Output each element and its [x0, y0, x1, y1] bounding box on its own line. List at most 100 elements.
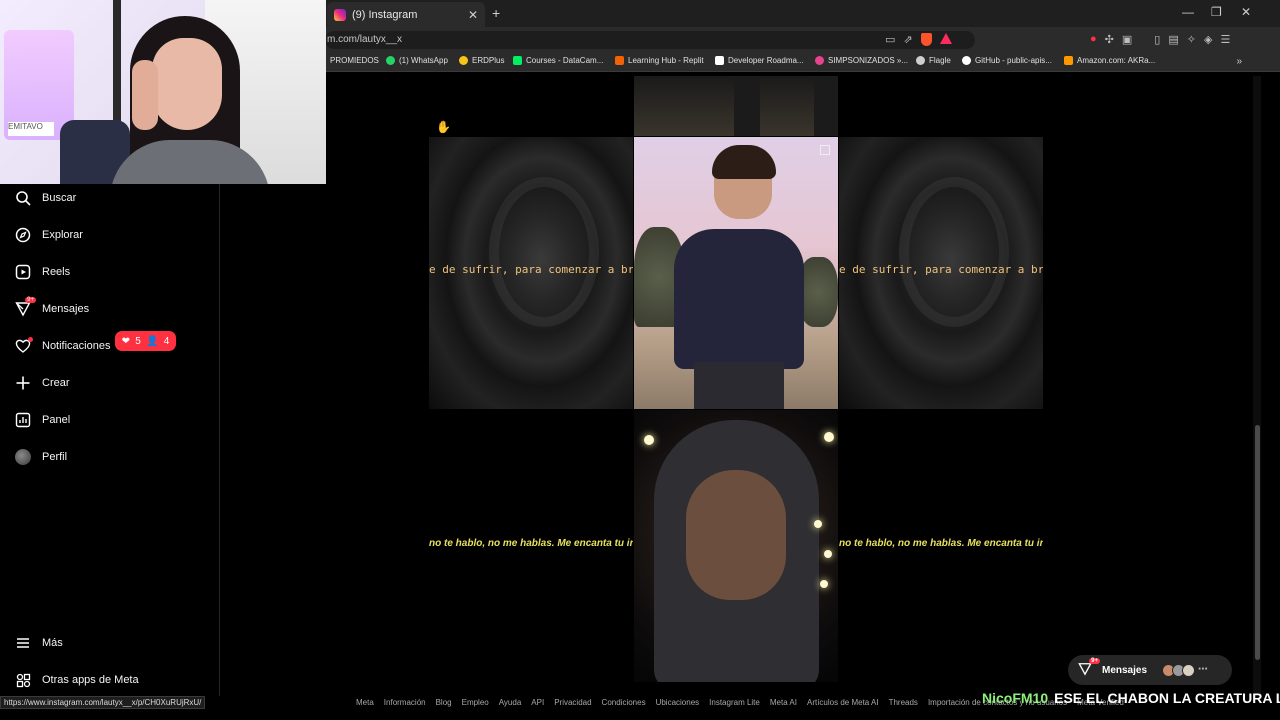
- avatar: [1182, 663, 1196, 677]
- bookmark-8[interactable]: GitHub - public-apis...: [962, 56, 1052, 65]
- compass-icon: [14, 226, 32, 244]
- url-field[interactable]: m.com/lautyx__x: [325, 31, 975, 49]
- instagram-sidebar: Buscar Explorar Reels 9+ Mensajes Notifi…: [0, 184, 220, 696]
- sidebar-item-profile[interactable]: Perfil: [14, 448, 67, 466]
- footer-link[interactable]: Información: [384, 698, 426, 707]
- sidebar-item-label: Mensajes: [42, 303, 90, 315]
- hamburger-icon: [14, 634, 32, 652]
- footer-link[interactable]: Privacidad: [554, 698, 591, 707]
- bookmark-2[interactable]: ERDPlus: [459, 56, 504, 65]
- post-portrait-sunset[interactable]: [634, 137, 838, 409]
- sidebar-item-panel[interactable]: Panel: [14, 411, 70, 429]
- sidebar-item-label: Buscar: [42, 192, 77, 204]
- footer-link[interactable]: Artículos de Meta AI: [807, 698, 879, 707]
- post-image-detail: [686, 470, 786, 600]
- cast-icon[interactable]: ▭: [885, 33, 895, 46]
- sidebar-item-explore[interactable]: Explorar: [14, 226, 83, 244]
- extension-box-icon[interactable]: ▣: [1122, 33, 1132, 46]
- vpn-icon[interactable]: ◈: [1204, 33, 1212, 46]
- new-tab-icon[interactable]: +: [492, 5, 500, 21]
- notifications-pill[interactable]: ❤ 5 👤 4: [115, 331, 176, 351]
- post-quote-text: no te hablo, no me hablas. Me encanta tu…: [429, 538, 633, 549]
- sidebar-item-reels[interactable]: Reels: [14, 263, 70, 281]
- post-image-detail: [644, 435, 654, 445]
- bookmark-6[interactable]: SIMPSONIZADOS »...: [815, 56, 908, 65]
- sidebar-item-meta-apps[interactable]: Otras apps de Meta: [14, 671, 139, 689]
- post-rose-right[interactable]: e de sufrir, para comenzar a bril: [839, 137, 1043, 409]
- footer-link[interactable]: Threads: [889, 698, 918, 707]
- footer-link[interactable]: Empleo: [462, 698, 489, 707]
- wallet-icon[interactable]: ▤: [1168, 33, 1178, 46]
- close-tab-icon[interactable]: ✕: [468, 8, 478, 22]
- bookmark-0[interactable]: PROMIEDOS: [330, 56, 379, 65]
- bookmark-4[interactable]: Learning Hub - Replit: [615, 56, 704, 65]
- post-overlay-text: e de sufrir, para comenzar a bril: [839, 263, 1043, 276]
- footer-link[interactable]: Meta: [356, 698, 374, 707]
- address-actions: ▭ ⇗: [885, 33, 952, 46]
- messenger-icon: 9+: [14, 297, 36, 318]
- sidebar-item-more[interactable]: Más: [14, 634, 63, 652]
- status-bar-url: https://www.instagram.com/lautyx__x/p/CH…: [0, 696, 206, 709]
- brave-shield-icon[interactable]: [920, 33, 932, 46]
- sidebar-item-create[interactable]: Crear: [14, 374, 70, 392]
- browser-tab[interactable]: (9) Instagram ✕: [327, 2, 485, 27]
- whatsapp-icon: [386, 56, 395, 65]
- menu-icon[interactable]: ☰: [1220, 33, 1230, 46]
- brave-rewards-icon[interactable]: [939, 33, 952, 44]
- post-image-detail: [734, 76, 760, 136]
- messages-floating-button[interactable]: 9+ Mensajes ⋯: [1068, 655, 1232, 685]
- sidebar-toggle-icon[interactable]: ▯: [1154, 33, 1160, 46]
- messenger-icon: 9+: [1078, 657, 1100, 679]
- bookmark-label: Learning Hub - Replit: [628, 56, 704, 65]
- footer-link[interactable]: Meta AI: [770, 698, 797, 707]
- post-top-partial[interactable]: [634, 76, 838, 136]
- sidebar-item-messages[interactable]: 9+ Mensajes: [14, 297, 90, 318]
- chart-icon: [14, 411, 32, 429]
- bookmark-label: ERDPlus: [472, 56, 505, 65]
- footer-link[interactable]: Blog: [436, 698, 452, 707]
- minimize-icon[interactable]: —: [1182, 5, 1194, 19]
- footer-link[interactable]: Condiciones: [602, 698, 646, 707]
- sidebar-item-label: Otras apps de Meta: [42, 674, 139, 686]
- extension-icons: ● ✣ ▣ ▯ ▤ ✧ ◈ ☰: [1090, 33, 1230, 46]
- post-image-detail: [820, 580, 828, 588]
- sidebar-item-label: Más: [42, 637, 63, 649]
- footer-link[interactable]: Ubicaciones: [656, 698, 700, 707]
- puzzle-icon[interactable]: ✣: [1105, 33, 1114, 46]
- sidebar-item-search[interactable]: Buscar: [14, 189, 76, 207]
- replit-icon: [615, 56, 624, 65]
- sidebar-item-notifications[interactable]: Notificaciones: [14, 337, 110, 355]
- sidebar-item-label: Perfil: [42, 451, 68, 463]
- bookmark-label: Flagle: [929, 56, 951, 65]
- bookmark-9[interactable]: Amazon.com: AKRa...: [1064, 56, 1155, 65]
- screen: (9) Instagram ✕ + — ❐ ✕ m.com/lautyx__x …: [0, 0, 1280, 720]
- footer-link[interactable]: Instagram Lite: [709, 698, 760, 707]
- leo-icon[interactable]: ✧: [1187, 33, 1196, 46]
- footer-link[interactable]: API: [531, 698, 544, 707]
- bookmarks-overflow-icon[interactable]: »: [1236, 56, 1242, 67]
- bookmark-1[interactable]: (1) WhatsApp: [386, 56, 448, 65]
- restore-icon[interactable]: ❐: [1211, 5, 1222, 19]
- bookmark-label: GitHub - public-apis...: [975, 56, 1052, 65]
- post-portrait-hood[interactable]: [634, 410, 838, 682]
- scrollbar-thumb[interactable]: [1255, 425, 1260, 660]
- share-icon[interactable]: ⇗: [903, 33, 912, 46]
- bookmark-7[interactable]: Flagle: [916, 56, 951, 65]
- github-icon: [962, 56, 971, 65]
- extension-red-icon[interactable]: ●: [1090, 33, 1097, 46]
- more-dots-icon: ⋯: [1198, 663, 1209, 675]
- bookmark-3[interactable]: Courses - DataCam...: [513, 56, 603, 65]
- likes-heart-icon: ❤: [121, 335, 131, 347]
- post-image-detail: [712, 145, 776, 179]
- close-window-icon[interactable]: ✕: [1241, 5, 1251, 19]
- post-quote-left[interactable]: no te hablo, no me hablas. Me encanta tu…: [429, 410, 633, 682]
- bookmark-label: Amazon.com: AKRa...: [1077, 56, 1156, 65]
- post-rose-left[interactable]: e de sufrir, para comenzar a bril: [429, 137, 633, 409]
- footer-link[interactable]: Ayuda: [499, 698, 522, 707]
- recent-chat-avatars: ⋯: [1162, 663, 1209, 677]
- post-quote-right[interactable]: no te hablo, no me hablas. Me encanta tu…: [839, 410, 1043, 682]
- carousel-icon: [820, 145, 830, 155]
- messages-pill-label: Mensajes: [1102, 664, 1148, 676]
- bookmark-5[interactable]: Developer Roadma...: [715, 56, 804, 65]
- bookmark-label: SIMPSONIZADOS »...: [828, 56, 909, 65]
